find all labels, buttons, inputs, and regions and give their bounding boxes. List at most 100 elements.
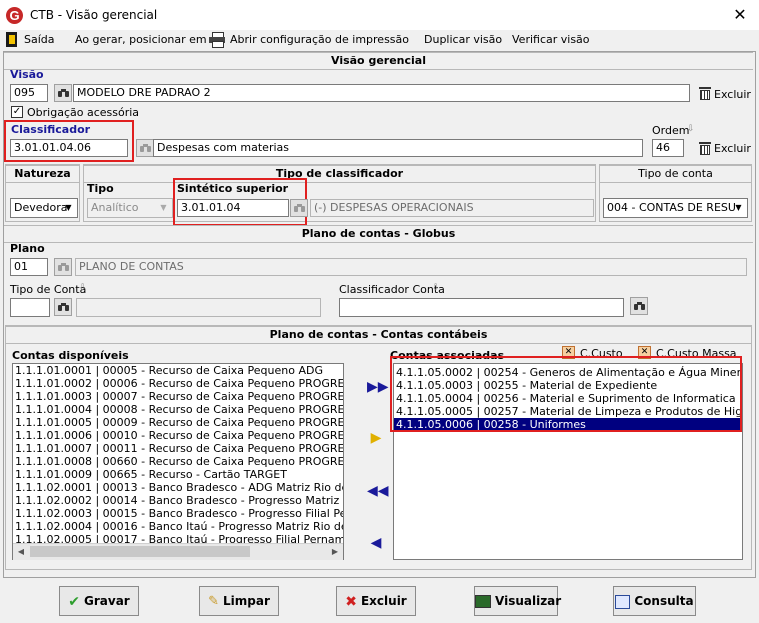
- monitor-icon: [475, 595, 491, 608]
- classificador-search-button[interactable]: [136, 139, 154, 157]
- visao-label: Visão: [10, 68, 44, 81]
- consulta-button[interactable]: Consulta: [613, 586, 696, 616]
- binoculars-icon: [58, 303, 69, 311]
- visao-delete-button[interactable]: Excluir: [714, 88, 751, 101]
- printer-icon: [209, 32, 225, 48]
- tipo-select[interactable]: Analítico ▼: [87, 198, 173, 218]
- binoculars-icon: [58, 263, 69, 271]
- chevron-down-icon: ▼: [160, 203, 167, 212]
- visualizar-button[interactable]: Visualizar: [474, 586, 562, 616]
- tipo-label: Tipo: [87, 182, 114, 195]
- list-item[interactable]: 1.1.1.01.0006 | 00010 - Recurso de Caixa…: [13, 429, 343, 442]
- natureza-value: Devedora: [14, 201, 68, 214]
- section-header-contas: Plano de contas - Contas contábeis: [6, 326, 751, 344]
- window-close-button[interactable]: ✕: [728, 4, 752, 26]
- list-item[interactable]: 1.1.1.02.0003 | 00015 - Banco Bradesco -…: [13, 507, 343, 520]
- excluir-button[interactable]: ✖ Excluir: [336, 586, 416, 616]
- search-window-icon: [615, 594, 631, 609]
- broom-icon: ✎: [208, 593, 220, 609]
- contas-disponiveis-label: Contas disponíveis: [12, 349, 129, 362]
- limpar-button[interactable]: ✎ Limpar: [199, 586, 279, 616]
- list-item[interactable]: 1.1.1.01.0007 | 00011 - Recurso de Caixa…: [13, 442, 343, 455]
- scroll-left-icon[interactable]: ◀: [14, 545, 28, 559]
- contas-disponiveis-items: 1.1.1.01.0001 | 00005 - Recurso de Caixa…: [13, 364, 343, 546]
- tipo-classificador-header: Tipo de classificador: [84, 165, 595, 183]
- obrigacao-checkbox[interactable]: ✓: [11, 106, 23, 118]
- chevron-down-icon: ▼: [65, 203, 72, 212]
- menu-verify[interactable]: Verificar visão: [512, 33, 590, 46]
- menu-duplicate[interactable]: Duplicar visão: [424, 33, 502, 46]
- move-left-button[interactable]: ◀: [368, 535, 384, 551]
- visao-name-field[interactable]: MODELO DRE PADRAO 2: [73, 84, 690, 102]
- tipo-value: Analítico: [91, 201, 139, 214]
- section-header-plano: Plano de contas - Globus: [4, 225, 753, 243]
- exit-icon: [6, 32, 17, 47]
- section-header-visao: Visão gerencial: [4, 52, 753, 70]
- classificador-conta-sort-icon: ⇩: [432, 283, 440, 293]
- plano-code-field[interactable]: 01: [10, 258, 48, 276]
- tipo-conta-search-button[interactable]: [54, 298, 72, 316]
- list-item[interactable]: 1.1.1.01.0001 | 00005 - Recurso de Caixa…: [13, 364, 343, 377]
- list-item[interactable]: 1.1.1.01.0008 | 00660 - Recurso de Caixa…: [13, 455, 343, 468]
- move-right-button[interactable]: ▶: [368, 430, 384, 446]
- plano-search-button[interactable]: [54, 258, 72, 276]
- tipo-conta-desc-field: [76, 298, 321, 317]
- plano-label: Plano: [10, 242, 45, 255]
- classificador-conta-field[interactable]: [339, 298, 624, 317]
- list-item[interactable]: 1.1.1.01.0005 | 00009 - Recurso de Caixa…: [13, 416, 343, 429]
- contas-disponiveis-list[interactable]: 1.1.1.01.0001 | 00005 - Recurso de Caixa…: [12, 363, 344, 560]
- tipo-conta-code-field[interactable]: [10, 298, 50, 317]
- gravar-button[interactable]: ✔ Gravar: [59, 586, 139, 616]
- list-item[interactable]: 1.1.1.02.0004 | 00016 - Banco Itaú - Pro…: [13, 520, 343, 533]
- tipo-conta-select[interactable]: 004 - CONTAS DE RESU ▼: [603, 198, 748, 218]
- tipo-conta-sort-icon: ⇩: [79, 283, 87, 293]
- tipo-conta-header: Tipo de conta: [600, 165, 751, 183]
- ordem-label: Ordem: [652, 124, 690, 137]
- sintetico-field[interactable]: 3.01.01.04: [177, 199, 289, 217]
- ordem-sort-icon: ⇩: [687, 124, 695, 134]
- classificador-desc-field[interactable]: Despesas com materias: [153, 139, 643, 157]
- limpar-label: Limpar: [223, 594, 270, 608]
- visao-code-field[interactable]: 095: [10, 84, 48, 102]
- tipo-conta-value: 004 - CONTAS DE RESU: [607, 201, 736, 214]
- sintetico-search-button[interactable]: [290, 199, 308, 217]
- visao-search-button[interactable]: [54, 84, 72, 102]
- trash-icon[interactable]: [699, 142, 711, 155]
- list-item[interactable]: 1.1.1.02.0001 | 00013 - Banco Bradesco -…: [13, 481, 343, 494]
- ordem-field[interactable]: 46: [652, 139, 684, 157]
- delete-x-icon: ✖: [345, 593, 357, 610]
- natureza-select[interactable]: Devedora ▼: [10, 198, 78, 218]
- horizontal-scrollbar[interactable]: ◀ ▶: [13, 543, 343, 560]
- menu-position[interactable]: Ao gerar, posicionar em: [75, 33, 207, 46]
- classificador-conta-search-button[interactable]: [630, 297, 648, 315]
- trash-icon[interactable]: [699, 87, 711, 100]
- sintetico-desc-field: (-) DESPESAS OPERACIONAIS: [310, 199, 594, 217]
- window-title: CTB - Visão gerencial: [30, 8, 158, 22]
- natureza-header: Natureza: [6, 165, 79, 183]
- menu-exit[interactable]: Saída: [24, 33, 55, 46]
- classificador-field[interactable]: 3.01.01.04.06: [10, 139, 128, 157]
- scroll-right-icon[interactable]: ▶: [328, 545, 342, 559]
- gravar-label: Gravar: [84, 594, 130, 608]
- app-logo-icon: G: [6, 7, 23, 24]
- list-item[interactable]: 1.1.1.01.0002 | 00006 - Recurso de Caixa…: [13, 377, 343, 390]
- classificador-delete-button[interactable]: Excluir: [714, 142, 751, 155]
- menu-print-config[interactable]: Abrir configuração de impressão: [230, 33, 409, 46]
- scrollbar-thumb[interactable]: [30, 546, 250, 557]
- binoculars-icon: [140, 144, 151, 152]
- sintetico-label: Sintético superior: [177, 182, 289, 195]
- check-icon: ✔: [68, 593, 81, 610]
- excluir-label: Excluir: [360, 594, 407, 608]
- list-item[interactable]: 1.1.1.02.0002 | 00014 - Banco Bradesco -…: [13, 494, 343, 507]
- move-all-left-button[interactable]: ◀◀: [367, 483, 389, 499]
- plano-name-field: PLANO DE CONTAS: [75, 258, 747, 276]
- list-item[interactable]: 1.1.1.01.0009 | 00665 - Recurso - Cartão…: [13, 468, 343, 481]
- list-item[interactable]: 1.1.1.01.0003 | 00007 - Recurso de Caixa…: [13, 390, 343, 403]
- chevron-down-icon: ▼: [735, 203, 742, 212]
- classificador-conta-label: Classificador Conta: [339, 283, 445, 296]
- binoculars-icon: [634, 302, 645, 310]
- associadas-highlight: [390, 356, 742, 432]
- visualizar-label: Visualizar: [495, 594, 562, 608]
- list-item[interactable]: 1.1.1.01.0004 | 00008 - Recurso de Caixa…: [13, 403, 343, 416]
- move-all-right-button[interactable]: ▶▶: [367, 379, 389, 395]
